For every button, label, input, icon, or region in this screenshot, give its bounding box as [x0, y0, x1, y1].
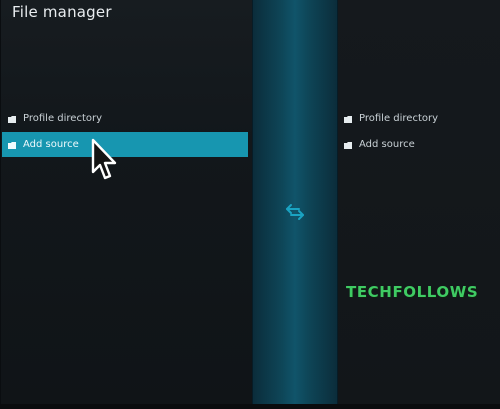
file-manager-screen: File manager Profile directory Add sourc… — [0, 0, 500, 409]
right-item-label: Add source — [359, 139, 415, 150]
bottom-bar — [0, 404, 500, 409]
folder-icon — [8, 115, 16, 123]
folder-icon — [8, 141, 16, 149]
mouse-cursor-icon — [91, 138, 117, 180]
window-title: File manager — [12, 3, 112, 21]
left-item-profile-directory[interactable]: Profile directory — [2, 106, 248, 131]
right-item-label: Profile directory — [359, 113, 439, 124]
watermark-logo: TECHFOLLOWS — [346, 283, 479, 301]
folder-icon — [344, 115, 352, 123]
right-item-add-source[interactable]: Add source — [342, 132, 492, 157]
swap-panes-button[interactable] — [284, 203, 306, 221]
folder-icon — [344, 141, 352, 149]
left-item-add-source[interactable]: Add source — [2, 132, 248, 157]
left-pane — [0, 0, 253, 409]
left-item-label: Add source — [23, 139, 79, 150]
left-item-label: Profile directory — [23, 113, 103, 124]
right-item-profile-directory[interactable]: Profile directory — [342, 106, 492, 131]
swap-arrows-icon — [286, 204, 304, 220]
right-pane — [338, 0, 500, 409]
